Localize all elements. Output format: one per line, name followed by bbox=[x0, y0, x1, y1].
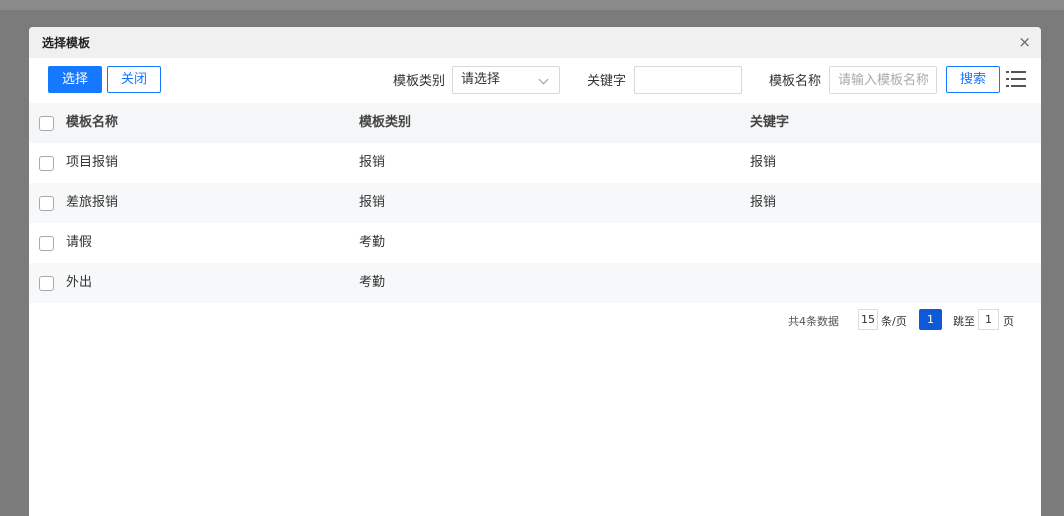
select-template-dialog: 选择模板 × 选择 关闭 模板类别 请选择 关键字 模板名称 搜索 模板名称 模… bbox=[29, 27, 1041, 516]
category-label: 模板类别 bbox=[393, 74, 446, 89]
row-checkbox[interactable] bbox=[39, 196, 54, 211]
page-size-input[interactable]: 15 bbox=[858, 309, 878, 330]
table-row[interactable]: 请假 考勤 bbox=[29, 223, 1041, 263]
template-name-label: 模板名称 bbox=[769, 74, 822, 89]
jump-to-label: 跳至 bbox=[953, 315, 975, 328]
cell-template-category: 考勤 bbox=[359, 235, 386, 250]
header-keyword: 关键字 bbox=[750, 115, 790, 130]
close-button[interactable]: 关闭 bbox=[107, 66, 161, 93]
header-template-category: 模板类别 bbox=[359, 115, 412, 130]
table-header-row: 模板名称 模板类别 关键字 bbox=[29, 103, 1041, 143]
list-menu-icon[interactable] bbox=[1006, 69, 1026, 89]
table-row[interactable]: 项目报销 报销 报销 bbox=[29, 143, 1041, 183]
cell-keyword: 报销 bbox=[750, 155, 777, 170]
close-icon[interactable]: × bbox=[1018, 35, 1031, 50]
background-page-strip bbox=[0, 0, 1064, 10]
cell-template-name: 项目报销 bbox=[66, 155, 119, 170]
total-count: 共4条数据 bbox=[788, 315, 839, 328]
row-checkbox[interactable] bbox=[39, 236, 54, 251]
dialog-title: 选择模板 bbox=[42, 36, 91, 50]
cell-template-name: 请假 bbox=[66, 235, 93, 250]
template-name-input[interactable] bbox=[829, 66, 937, 94]
select-all-checkbox[interactable] bbox=[39, 116, 54, 131]
cell-template-name: 差旅报销 bbox=[66, 195, 119, 210]
table-row[interactable]: 差旅报销 报销 报销 bbox=[29, 183, 1041, 223]
cell-keyword: 报销 bbox=[750, 195, 777, 210]
select-button[interactable]: 选择 bbox=[48, 66, 102, 93]
category-select-value: 请选择 bbox=[461, 72, 501, 87]
keyword-label: 关键字 bbox=[587, 74, 627, 89]
cell-template-category: 报销 bbox=[359, 155, 386, 170]
chevron-down-icon bbox=[538, 74, 549, 85]
cell-template-name: 外出 bbox=[66, 275, 93, 290]
page-size-unit: 条/页 bbox=[881, 315, 907, 328]
page-button-current[interactable]: 1 bbox=[919, 309, 942, 330]
dialog-header: 选择模板 × bbox=[29, 27, 1041, 58]
table-row[interactable]: 外出 考勤 bbox=[29, 263, 1041, 303]
category-select[interactable]: 请选择 bbox=[452, 66, 560, 94]
toolbar: 选择 关闭 模板类别 请选择 关键字 模板名称 搜索 bbox=[29, 58, 1041, 103]
pagination: 共4条数据 15 条/页 1 跳至 1 页 bbox=[29, 309, 1041, 331]
row-checkbox[interactable] bbox=[39, 276, 54, 291]
template-table: 模板名称 模板类别 关键字 项目报销 报销 报销 差旅报销 报销 报销 请假 考… bbox=[29, 103, 1041, 303]
search-button[interactable]: 搜索 bbox=[946, 66, 1000, 93]
cell-template-category: 报销 bbox=[359, 195, 386, 210]
jump-page-unit: 页 bbox=[1003, 315, 1014, 328]
row-checkbox[interactable] bbox=[39, 156, 54, 171]
header-template-name: 模板名称 bbox=[66, 115, 119, 130]
jump-page-input[interactable]: 1 bbox=[978, 309, 999, 330]
cell-template-category: 考勤 bbox=[359, 275, 386, 290]
keyword-input[interactable] bbox=[634, 66, 742, 94]
